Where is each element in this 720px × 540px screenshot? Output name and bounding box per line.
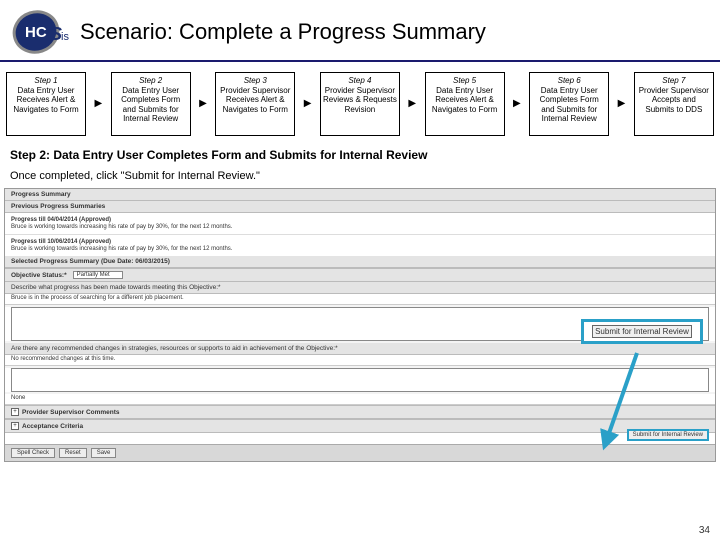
page-number: 34 <box>699 525 710 536</box>
objective-status-select[interactable]: Partially Met <box>73 271 123 279</box>
reset-button[interactable]: Reset <box>59 448 87 458</box>
pointer-arrow-icon <box>587 349 657 459</box>
callout-submit: Submit for Internal Review <box>581 319 703 344</box>
prev-entry-body: Bruce is working towards increasing his … <box>11 246 709 252</box>
q1-text: Bruce is in the process of searching for… <box>5 294 715 305</box>
section-progress-summary: Progress Summary <box>5 189 715 201</box>
objective-status-label: Objective Status:* <box>11 272 67 279</box>
section-selected: Selected Progress Summary (Due Date: 06/… <box>5 256 715 268</box>
section-previous: Previous Progress Summaries <box>5 201 715 213</box>
callout-submit-button: Submit for Internal Review <box>592 325 692 338</box>
prev-entry-title: Progress till 04/04/2014 (Approved) <box>11 217 709 223</box>
hcsis-logo: HC S is <box>12 8 72 56</box>
arrow-icon: ▶ <box>407 99 417 109</box>
plus-icon: + <box>11 408 19 416</box>
process-steps: Step 1Data Entry User Receives Alert & N… <box>0 62 720 144</box>
app-screenshot: Progress Summary Previous Progress Summa… <box>4 188 716 462</box>
step-heading: Step 2: Data Entry User Completes Form a… <box>0 144 720 166</box>
svg-text:HC: HC <box>25 24 47 41</box>
page-title: Scenario: Complete a Progress Summary <box>80 19 486 45</box>
arrow-icon: ▶ <box>198 99 208 109</box>
step-4: Step 4Provider Supervisor Reviews & Requ… <box>320 72 400 136</box>
arrow-icon: ▶ <box>512 99 522 109</box>
spell-check-button[interactable]: Spell Check <box>11 448 55 458</box>
arrow-icon: ▶ <box>93 99 103 109</box>
step-5: Step 5Data Entry User Receives Alert & N… <box>425 72 505 136</box>
plus-icon: + <box>11 422 19 430</box>
arrow-icon: ▶ <box>303 99 313 109</box>
save-button[interactable]: Save <box>91 448 117 458</box>
step-7: Step 7Provider Supervisor Accepts and Su… <box>634 72 714 136</box>
question-progress: Describe what progress has been made tow… <box>5 282 715 294</box>
step-2: Step 2Data Entry User Completes Form and… <box>111 72 191 136</box>
svg-text:is: is <box>61 31 69 43</box>
arrow-icon: ▶ <box>617 99 627 109</box>
prev-entry-body: Bruce is working towards increasing his … <box>11 224 709 230</box>
step-1: Step 1Data Entry User Receives Alert & N… <box>6 72 86 136</box>
prev-entry-title: Progress till 10/06/2014 (Approved) <box>11 239 709 245</box>
step-3: Step 3Provider Supervisor Receives Alert… <box>215 72 295 136</box>
step-6: Step 6Data Entry User Completes Form and… <box>529 72 609 136</box>
instruction-text: Once completed, click "Submit for Intern… <box>0 166 720 188</box>
